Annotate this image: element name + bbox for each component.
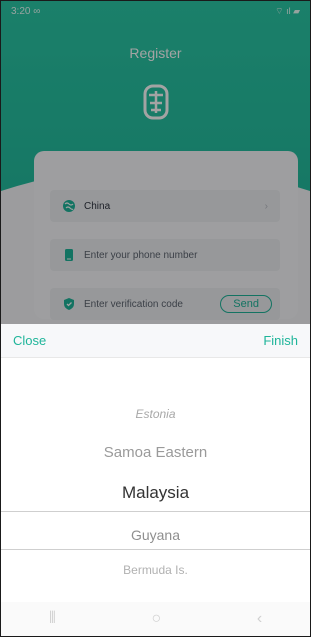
picker-wheel[interactable]: Estonia Samoa Eastern Malaysia Guyana Be…	[1, 358, 310, 598]
picker-option-selected[interactable]: Malaysia	[1, 483, 310, 503]
selection-line-top	[1, 511, 310, 512]
picker-option[interactable]: Bermuda Is.	[1, 563, 310, 577]
back-icon[interactable]: ‹	[257, 610, 262, 628]
home-icon[interactable]: ○	[152, 610, 162, 628]
country-picker: Close Finish Estonia Samoa Eastern Malay…	[1, 324, 310, 636]
close-button[interactable]: Close	[13, 333, 46, 348]
modal-overlay[interactable]	[1, 1, 310, 324]
phone-frame: 3:20 ∞ ⌔ ıl ▰ Register China › Enter you…	[0, 0, 311, 637]
picker-toolbar: Close Finish	[1, 324, 310, 358]
picker-option[interactable]: Estonia	[1, 407, 310, 421]
picker-option[interactable]: Guyana	[1, 527, 310, 543]
system-nav-bar: ⦀ ○ ‹	[1, 602, 310, 636]
picker-option[interactable]: Samoa Eastern	[1, 444, 310, 461]
selection-line-bottom	[1, 549, 310, 550]
recent-apps-icon[interactable]: ⦀	[49, 610, 56, 628]
finish-button[interactable]: Finish	[263, 333, 298, 348]
